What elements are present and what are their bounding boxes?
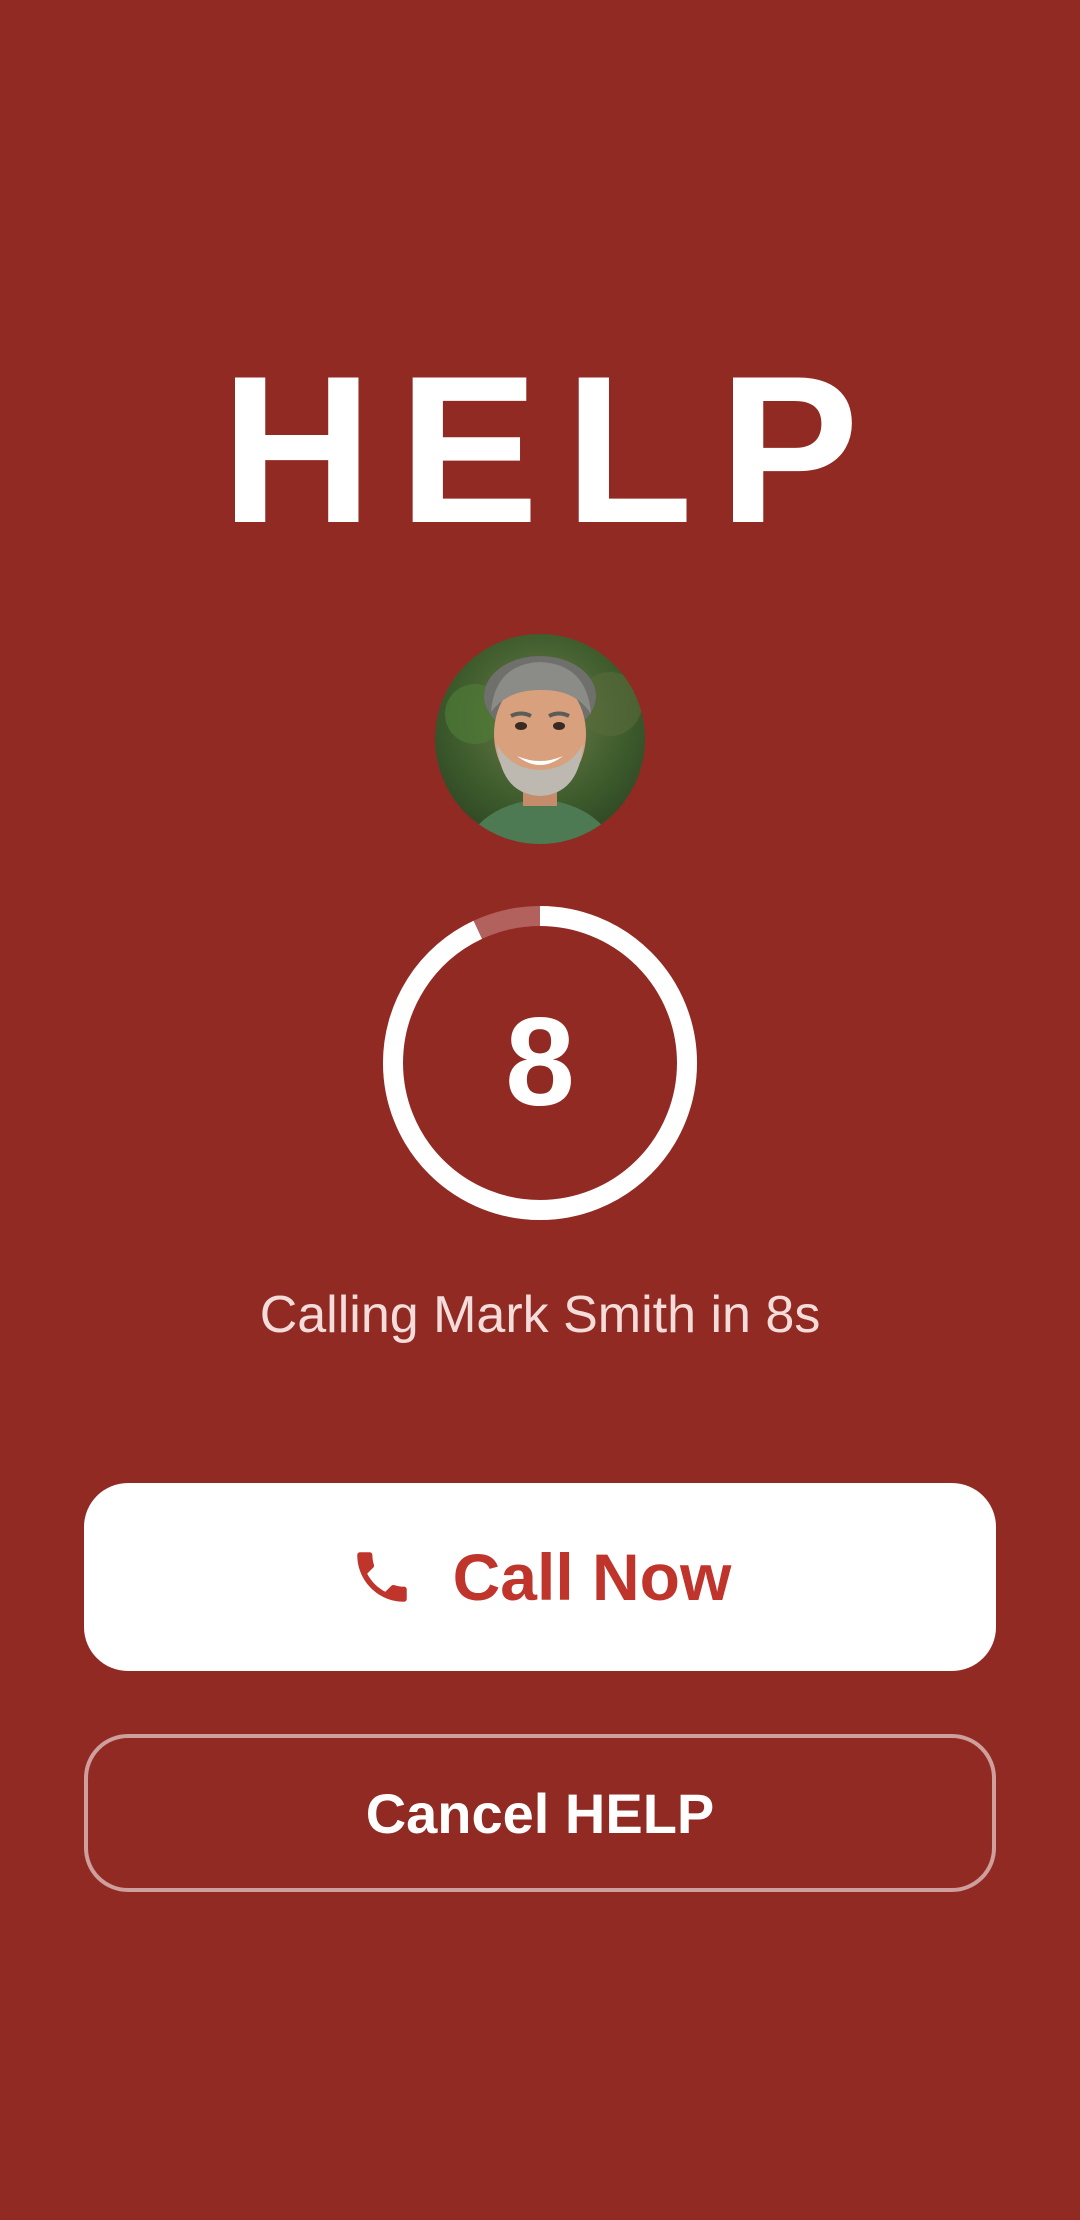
contact-avatar	[435, 634, 645, 844]
help-screen: HELP 8 Calling Mark Smith in 8s Call Now…	[0, 0, 1080, 2220]
cancel-help-label: Cancel HELP	[365, 1781, 715, 1845]
calling-status-text: Calling Mark Smith in 8s	[259, 1286, 821, 1344]
call-now-label: Call Now	[452, 1540, 732, 1614]
phone-icon	[356, 1552, 407, 1602]
countdown-number: 8	[505, 993, 575, 1132]
cancel-help-button[interactable]: Cancel HELP	[84, 1734, 996, 1892]
page-title: HELP	[220, 332, 886, 567]
call-now-button[interactable]: Call Now	[84, 1483, 996, 1671]
countdown-timer: 8	[380, 903, 700, 1223]
